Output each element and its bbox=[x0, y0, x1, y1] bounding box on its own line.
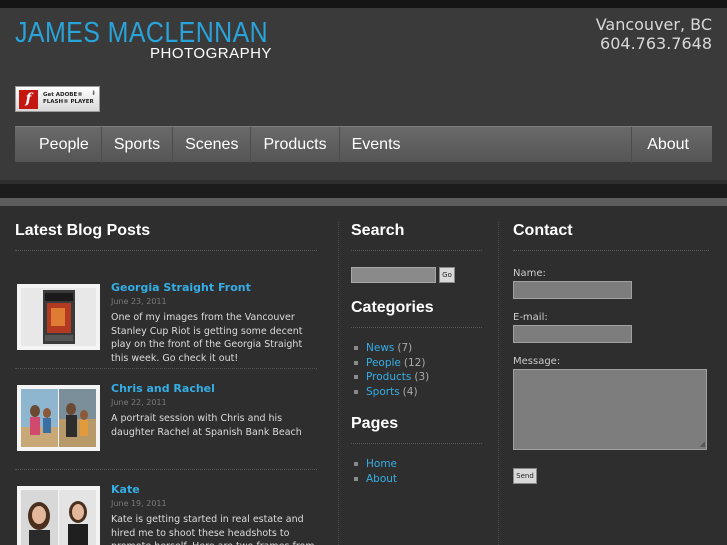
page-link-home[interactable]: Home bbox=[366, 457, 397, 472]
column-divider bbox=[498, 222, 499, 545]
search-heading: Search bbox=[351, 222, 482, 251]
header-divider-dark bbox=[0, 184, 727, 198]
email-label: E-mail: bbox=[513, 312, 548, 323]
category-count: (3) bbox=[414, 371, 430, 383]
post-excerpt: One of my images from the Vancouver Stan… bbox=[111, 312, 303, 364]
message-field[interactable]: ◢ bbox=[513, 369, 707, 450]
sidebar-middle: Search Go Categories News (7) People (12… bbox=[351, 222, 482, 486]
flash-player-icon: f bbox=[19, 89, 38, 109]
header-divider-grey bbox=[0, 198, 727, 206]
bullet-icon bbox=[354, 389, 358, 394]
search-input[interactable] bbox=[351, 267, 436, 283]
category-count: (4) bbox=[402, 385, 418, 398]
pages-list: Home About bbox=[351, 457, 482, 486]
category-count: (12) bbox=[403, 356, 426, 369]
post-excerpt: A portrait session with Chris and his da… bbox=[111, 413, 302, 438]
post-title[interactable]: Chris and Rachel bbox=[111, 382, 215, 395]
post-date: June 19, 2011 bbox=[111, 499, 167, 508]
top-strip bbox=[0, 0, 727, 8]
post-thumbnail[interactable] bbox=[17, 385, 100, 451]
main-navigation: People Sports Scenes Products Events Abo… bbox=[15, 126, 712, 163]
blog-heading: Latest Blog Posts bbox=[15, 222, 317, 251]
post-title[interactable]: Kate bbox=[111, 483, 140, 496]
flash-badge-text: Get ADOBE® FLASH® PLAYER bbox=[43, 92, 94, 106]
bullet-icon bbox=[354, 476, 358, 481]
email-field[interactable] bbox=[513, 325, 632, 343]
category-count: (7) bbox=[397, 342, 413, 354]
message-label: Message: bbox=[513, 356, 561, 367]
page-link-about[interactable]: About bbox=[366, 472, 397, 487]
post-thumbnail[interactable] bbox=[17, 486, 100, 545]
latest-blog-posts: Latest Blog Posts Georgia Straight Front… bbox=[15, 222, 317, 545]
categories-heading: Categories bbox=[351, 299, 482, 328]
phone-number: 604.763.7648 bbox=[600, 34, 712, 53]
category-link-products[interactable]: Products bbox=[366, 370, 411, 385]
column-divider bbox=[338, 222, 339, 545]
blog-post: Kate June 19, 2011 Kate is getting start… bbox=[15, 470, 317, 545]
name-label: Name: bbox=[513, 268, 546, 279]
download-arrow-icon: ⬇ bbox=[90, 90, 96, 97]
post-title[interactable]: Georgia Straight Front bbox=[111, 281, 251, 294]
flash-badge-line1: Get ADOBE® bbox=[43, 92, 83, 98]
nav-item-people[interactable]: People bbox=[15, 127, 101, 163]
list-item: People (12) bbox=[351, 356, 482, 371]
nav-item-about[interactable]: About bbox=[631, 126, 712, 163]
nav-item-scenes[interactable]: Scenes bbox=[172, 126, 250, 163]
location-text: Vancouver, BC bbox=[595, 15, 712, 34]
post-date: June 23, 2011 bbox=[111, 297, 167, 306]
site-tagline: PHOTOGRAPHY bbox=[150, 45, 272, 62]
name-field[interactable] bbox=[513, 281, 632, 299]
headshot-image bbox=[21, 490, 96, 545]
newspaper-cover-image bbox=[21, 288, 96, 346]
category-link-sports[interactable]: Sports bbox=[366, 385, 400, 400]
list-item: Products (3) bbox=[351, 370, 482, 385]
get-flash-player-badge[interactable]: f Get ADOBE® FLASH® PLAYER ⬇ bbox=[15, 86, 100, 112]
search-form: Go bbox=[351, 267, 482, 283]
bullet-icon bbox=[354, 360, 358, 365]
beach-portrait-image bbox=[21, 389, 96, 447]
list-item: Home bbox=[351, 457, 482, 472]
contact-heading: Contact bbox=[513, 222, 709, 251]
resize-grip-icon[interactable]: ◢ bbox=[700, 440, 705, 448]
post-date: June 22, 2011 bbox=[111, 398, 167, 407]
list-item: About bbox=[351, 472, 482, 487]
categories-list: News (7) People (12) Products (3) Sports… bbox=[351, 341, 482, 399]
blog-post: Georgia Straight Front June 23, 2011 One… bbox=[15, 268, 317, 369]
search-go-button[interactable]: Go bbox=[439, 267, 455, 283]
list-item: Sports (4) bbox=[351, 385, 482, 400]
post-thumbnail[interactable] bbox=[17, 284, 100, 350]
post-excerpt: Kate is getting started in real estate a… bbox=[111, 514, 315, 545]
nav-item-products[interactable]: Products bbox=[250, 126, 338, 163]
category-link-people[interactable]: People bbox=[366, 356, 401, 371]
bullet-icon bbox=[354, 462, 358, 467]
nav-item-events[interactable]: Events bbox=[338, 126, 413, 163]
send-button[interactable]: Send bbox=[513, 468, 537, 484]
flash-badge-line2: FLASH® PLAYER bbox=[43, 99, 94, 105]
list-item: News (7) bbox=[351, 341, 482, 356]
nav-item-sports[interactable]: Sports bbox=[100, 126, 172, 163]
blog-post: Chris and Rachel June 22, 2011 A portrai… bbox=[15, 369, 317, 470]
contact-form: Contact Name: E-mail: Message: ◢ Send bbox=[513, 222, 709, 484]
bullet-icon bbox=[354, 375, 358, 380]
category-link-news[interactable]: News bbox=[366, 341, 394, 356]
bullet-icon bbox=[354, 346, 358, 351]
pages-heading: Pages bbox=[351, 415, 482, 444]
